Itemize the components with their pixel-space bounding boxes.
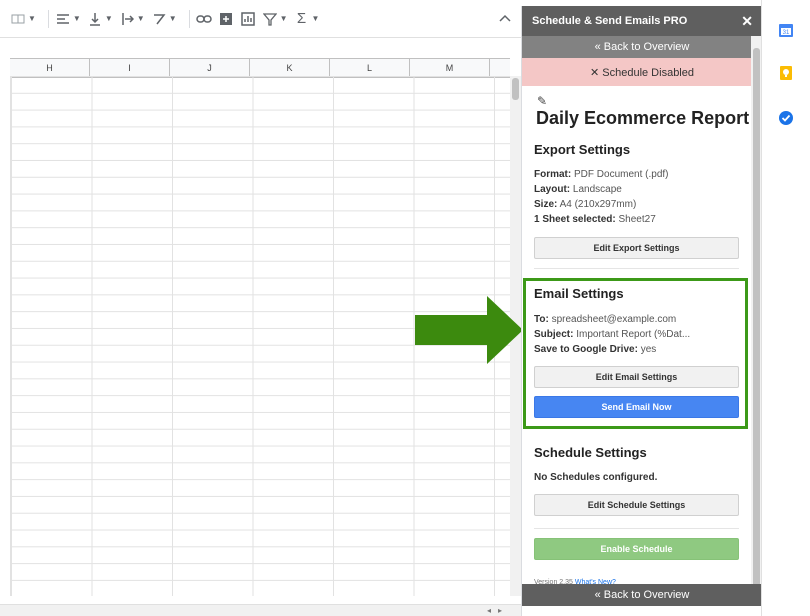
column-header-l[interactable]: L [330, 59, 410, 77]
edit-export-settings-button[interactable]: Edit Export Settings [534, 237, 739, 259]
sheet-selected-value: Sheet27 [615, 214, 656, 225]
chart-icon [240, 11, 256, 27]
subject-value: Important Report (%Dat... [573, 329, 691, 340]
rotate-icon [151, 11, 167, 27]
tasks-icon[interactable] [778, 110, 794, 126]
to-line: To: spreadsheet@example.com [534, 314, 676, 325]
to-value: spreadsheet@example.com [548, 314, 677, 325]
insert-chart-button[interactable] [240, 11, 256, 27]
chevron-down-icon: ▼ [311, 14, 320, 23]
scroll-right-icon[interactable]: ▸ [498, 606, 502, 615]
email-settings-heading: Email Settings [534, 286, 624, 301]
report-title: Daily Ecommerce Report [536, 108, 750, 128]
format-line: Format: PDF Document (.pdf) [534, 169, 669, 180]
panel-header: Schedule & Send Emails PRO ✕ [522, 6, 762, 36]
scrollbar-thumb[interactable] [512, 78, 519, 100]
align-button[interactable]: ▼ [55, 11, 81, 27]
edit-schedule-settings-button[interactable]: Edit Schedule Settings [534, 494, 739, 516]
scroll-left-icon[interactable]: ◂ [487, 606, 491, 615]
column-header-k[interactable]: K [250, 59, 330, 77]
chevron-down-icon: ▼ [136, 14, 145, 23]
align-left-icon [55, 11, 71, 27]
schedule-settings-heading: Schedule Settings [534, 445, 647, 460]
pencil-icon[interactable]: ✎ [537, 94, 547, 108]
valign-button[interactable]: ▼ [87, 11, 113, 27]
column-header-i[interactable]: I [90, 59, 170, 77]
sheet-selected-line: 1 Sheet selected: Sheet27 [534, 214, 656, 225]
column-header-j[interactable]: J [170, 59, 250, 77]
wrap-icon [10, 11, 26, 27]
horizontal-scrollbar[interactable]: ◂ ▸ [0, 604, 521, 616]
enable-schedule-button[interactable]: Enable Schedule [534, 538, 739, 560]
panel-scrollbar-thumb[interactable] [753, 48, 760, 598]
subject-label: Subject: [534, 329, 574, 340]
valign-icon [87, 11, 103, 27]
text-direction-icon [119, 11, 135, 27]
insert-comment-button[interactable] [218, 11, 234, 27]
back-to-overview-bottom-button[interactable]: « Back to Overview [522, 584, 762, 606]
chevron-down-icon: ▼ [28, 14, 36, 23]
sheet-selected-label: 1 Sheet selected: [534, 214, 616, 225]
edit-email-settings-button[interactable]: Edit Email Settings [534, 366, 739, 388]
keep-icon[interactable] [778, 65, 794, 81]
insert-link-button[interactable] [195, 11, 212, 27]
green-arrow-annotation [415, 296, 523, 364]
size-value: A4 (210x297mm) [557, 199, 637, 210]
wrap-button[interactable]: ▼ [10, 11, 36, 27]
format-value: PDF Document (.pdf) [571, 169, 669, 180]
save-to-drive-label: Save to Google Drive: [534, 344, 638, 355]
save-to-drive-value: yes [637, 344, 657, 355]
toolbar-divider [188, 9, 190, 28]
schedule-status-banner: ✕ Schedule Disabled [522, 58, 762, 86]
to-label: To: [534, 314, 549, 325]
comment-icon [218, 11, 234, 27]
chevron-down-icon: ▼ [279, 14, 288, 23]
text-direction-button[interactable]: ▼ [119, 11, 145, 27]
back-to-overview-button[interactable]: « Back to Overview [522, 36, 762, 58]
panel-title: Schedule & Send Emails PRO [532, 15, 688, 27]
layout-value: Landscape [570, 184, 622, 195]
filter-button[interactable]: ▼ [262, 11, 288, 27]
size-line: Size: A4 (210x297mm) [534, 199, 636, 210]
column-header-h[interactable]: H [10, 59, 90, 77]
filter-icon [262, 11, 278, 27]
side-panel-strip: 31 [761, 0, 810, 616]
close-icon[interactable]: ✕ [741, 13, 753, 30]
formatting-toolbar: ▼ ▼ ▼ ▼ ▼ ▼ Σ ▼ [0, 0, 521, 38]
format-label: Format: [534, 169, 572, 180]
subject-line: Subject: Important Report (%Dat... [534, 329, 690, 340]
sum-icon: Σ [296, 10, 307, 27]
chevron-down-icon: ▼ [104, 14, 113, 23]
chevron-down-icon: ▼ [72, 14, 81, 23]
addon-sidebar-panel: Schedule & Send Emails PRO ✕ « Back to O… [521, 6, 762, 616]
column-header-m[interactable]: M [410, 59, 490, 77]
column-header-row: H I J K L M [10, 58, 510, 78]
send-email-now-button[interactable]: Send Email Now [534, 396, 739, 418]
section-divider [534, 528, 739, 529]
svg-text:31: 31 [783, 30, 790, 36]
calendar-icon[interactable]: 31 [778, 22, 794, 38]
layout-line: Layout: Landscape [534, 184, 622, 195]
layout-label: Layout: [534, 184, 571, 195]
export-settings-heading: Export Settings [534, 142, 631, 157]
collapse-toolbar-icon[interactable] [499, 11, 511, 25]
chevron-down-icon: ▼ [168, 14, 177, 23]
section-divider [534, 268, 739, 269]
functions-button[interactable]: Σ ▼ [294, 10, 320, 27]
link-icon [195, 11, 212, 27]
toolbar-divider [47, 9, 49, 28]
no-schedules-text: No Schedules configured. [534, 472, 658, 483]
size-label: Size: [534, 199, 558, 210]
save-to-drive-line: Save to Google Drive: yes [534, 344, 656, 355]
rotate-button[interactable]: ▼ [151, 11, 177, 27]
